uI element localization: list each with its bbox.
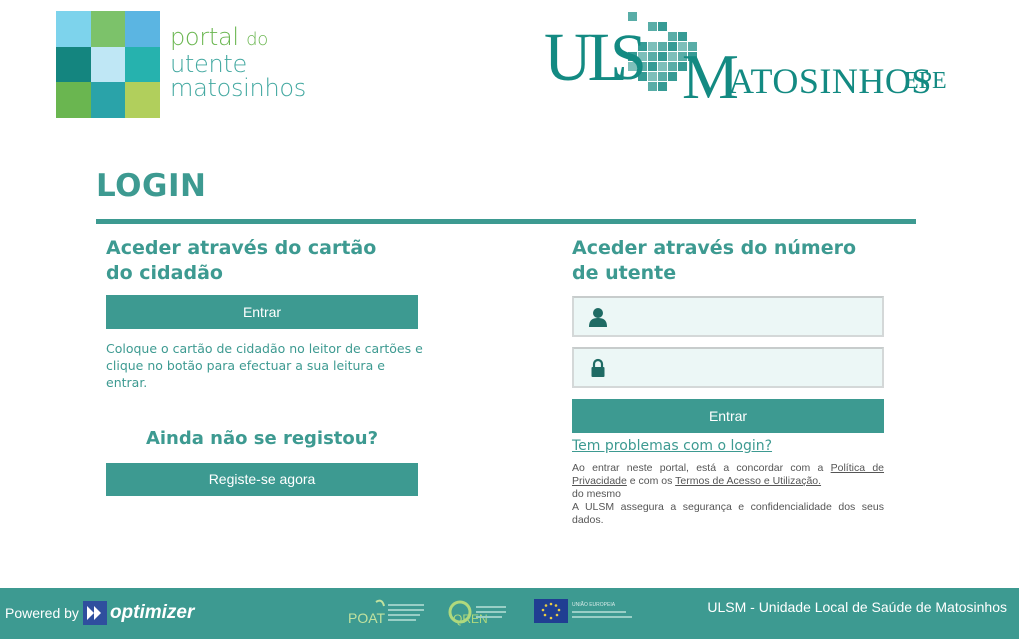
ulsm-logo[interactable]: UL S M ATOSINHOS EPE [544, 12, 964, 120]
footer: Powered by optimizer POAT QREN UNIÃO EUR… [0, 588, 1019, 639]
portal-logo[interactable]: portal do utente matosinhos [56, 11, 326, 119]
portal-logo-word-do: do [246, 29, 268, 50]
terms-of-use-link[interactable]: Termos de Acesso e Utilização. [675, 475, 821, 487]
eu-logo-text: UNIÃO EUROPEIA [572, 601, 616, 608]
ulsm-logo-epe: EPE [904, 68, 947, 94]
portal-logo-text: portal do utente matosinhos [170, 25, 306, 100]
pixel-square [648, 22, 657, 31]
portal-logo-word-portal: portal [170, 23, 239, 51]
pixel-square [658, 72, 667, 81]
register-button[interactable]: Registe-se agora [106, 463, 418, 496]
password-field[interactable] [572, 347, 884, 388]
terms-notice: Ao entrar neste portal, está a concordar… [572, 462, 884, 527]
mosaic-tile [56, 11, 91, 47]
security-note: A ULSM assegura a segurança e confidenci… [572, 501, 884, 526]
card-login-help: Coloque o cartão de cidadão no leitor de… [106, 341, 423, 390]
mosaic-tile [125, 46, 160, 83]
page-title: LOGIN [96, 168, 207, 204]
card-login-heading: Aceder através do cartão do cidadão [106, 237, 377, 284]
portal-logo-word-utente: utente [170, 50, 247, 78]
pixel-square [668, 62, 677, 71]
mosaic-tile [90, 11, 126, 47]
pixel-square [648, 72, 657, 81]
username-input[interactable] [614, 298, 878, 335]
qren-logo-text: QREN [453, 612, 488, 626]
pixel-square [668, 32, 677, 41]
lock-icon [591, 358, 605, 377]
pixel-square [648, 52, 657, 61]
pixel-square [648, 62, 657, 71]
pixel-square [658, 52, 667, 61]
optimizer-brand: optimizer [109, 602, 195, 623]
pixel-square [648, 82, 657, 91]
powered-by-label: Powered by [5, 605, 79, 621]
mosaic-tile [56, 46, 91, 83]
register-question: Ainda não se registou? [145, 428, 379, 449]
number-login-heading: Aceder através do número de utente [572, 237, 857, 284]
eu-logo: UNIÃO EUROPEIA [534, 598, 634, 628]
portal-logo-word-matosinhos: matosinhos [170, 74, 306, 102]
username-field[interactable] [572, 296, 884, 337]
login-help-link[interactable]: Tem problemas com o login? [572, 438, 772, 454]
terms-suffix: do mesmo [572, 488, 622, 500]
powered-by[interactable]: Powered by optimizer [5, 601, 194, 625]
footer-organization-name: ULSM - Unidade Local de Saúde de Matosin… [707, 599, 1007, 615]
qren-logo: QREN [448, 598, 512, 628]
terms-mid: e com os [629, 475, 673, 487]
ulsm-logo-atosinhos: ATOSINHOS [728, 61, 932, 101]
poat-logo-text: POAT [348, 610, 386, 626]
pixel-square [658, 62, 667, 71]
pixel-square [658, 22, 667, 31]
mosaic-tile [56, 82, 91, 118]
pixel-square [648, 42, 657, 51]
pixel-square [668, 42, 677, 51]
pixel-square [658, 82, 667, 91]
pixel-square [668, 72, 677, 81]
terms-prefix: Ao entrar neste portal, está a concordar… [572, 462, 824, 474]
login-button[interactable]: Entrar [572, 399, 884, 433]
portal-logo-mosaic [56, 11, 160, 118]
poat-logo: POAT [346, 598, 426, 628]
user-icon [589, 308, 607, 327]
title-divider [96, 219, 916, 224]
ulsm-logo-s: S [610, 21, 647, 94]
pixel-square [668, 52, 677, 61]
card-login-button[interactable]: Entrar [106, 295, 418, 329]
mosaic-tile [90, 46, 126, 83]
optimizer-logo-icon [82, 601, 107, 625]
password-input[interactable] [614, 349, 878, 386]
mosaic-tile [125, 82, 160, 118]
mosaic-tile [125, 11, 160, 47]
mosaic-tile [90, 82, 126, 118]
pixel-square [658, 42, 667, 51]
